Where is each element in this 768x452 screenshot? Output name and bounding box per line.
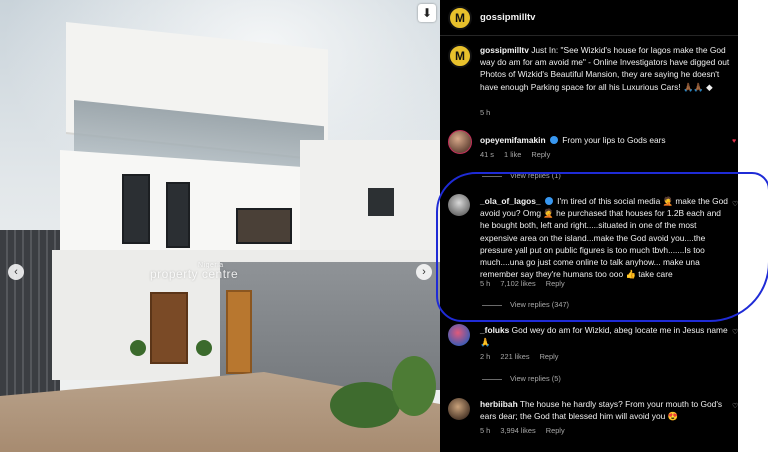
comment-username[interactable]: _ola_of_lagos_: [480, 196, 541, 206]
timestamp: 5 h: [480, 279, 491, 288]
watermark-text: property centre: [150, 267, 239, 281]
like-count[interactable]: 1 like: [504, 150, 521, 159]
timestamp: 2 h: [480, 352, 491, 361]
avatar-letter: M: [455, 11, 465, 25]
view-replies-button[interactable]: View replies (347): [482, 300, 569, 309]
comment-meta: 5 h 7,102 likes Reply: [480, 279, 573, 288]
window: [236, 208, 292, 244]
comment-text: herbiibah The house he hardly stays? Fro…: [480, 398, 730, 422]
shrub: [392, 356, 436, 416]
comment-meta: 2 h 221 likes Reply: [480, 352, 566, 361]
avatar[interactable]: M: [448, 6, 472, 30]
heart-icon[interactable]: ♥: [732, 138, 736, 145]
avatar[interactable]: [448, 324, 470, 346]
side-door: [226, 290, 252, 374]
like-count[interactable]: 221 likes: [500, 352, 529, 361]
caption-text: gossipmilltv Just In: "See Wizkid's hous…: [480, 44, 730, 93]
post-header: M gossipmilltv: [440, 0, 738, 36]
comment-username[interactable]: herbiibah: [480, 399, 518, 409]
comment-text: _ola_of_lagos_ I'm tired of this social …: [480, 195, 730, 280]
comment-username[interactable]: _foluks: [480, 325, 509, 335]
caption-meta: 5 h: [480, 108, 498, 117]
front-door: [150, 292, 188, 364]
comments-panel: M gossipmilltv M gossipmilltv Just In: "…: [440, 0, 738, 452]
avatar-letter: M: [455, 49, 465, 63]
avatar[interactable]: [448, 398, 470, 420]
chevron-right-icon[interactable]: ›: [416, 264, 432, 280]
potted-plant: [196, 340, 212, 356]
page-margin: [738, 0, 768, 452]
watermark: Nigeria property centre: [150, 262, 238, 281]
comment-body: From your lips to Gods ears: [562, 135, 666, 145]
comment-text: _foluks God wey do am for Wizkid, abeg l…: [480, 324, 730, 348]
timestamp: 41 s: [480, 150, 494, 159]
avatar[interactable]: M: [448, 44, 472, 68]
window: [368, 188, 394, 216]
download-icon[interactable]: ⬇: [418, 4, 436, 22]
comment-username[interactable]: opeyemifamakin: [480, 135, 546, 145]
post-photo: Nigeria property centre ⬇ ‹ ›: [0, 0, 440, 452]
potted-plant: [130, 340, 146, 356]
window: [122, 174, 150, 244]
comment-meta: 41 s 1 like Reply: [480, 150, 558, 159]
comment-body: I'm tired of this social media 🤦 make th…: [480, 196, 728, 280]
view-replies-button[interactable]: View replies (5): [482, 374, 561, 383]
reply-button[interactable]: Reply: [540, 352, 559, 361]
shrub: [330, 382, 400, 428]
verified-badge-icon: [544, 197, 553, 205]
timestamp: 5 h: [480, 426, 491, 435]
reply-button[interactable]: Reply: [531, 150, 550, 159]
post-username[interactable]: gossipmilltv: [480, 12, 535, 23]
comment-text: opeyemifamakin From your lips to Gods ea…: [480, 134, 730, 146]
reply-button[interactable]: Reply: [546, 279, 565, 288]
verified-badge-icon: [549, 136, 558, 144]
like-count[interactable]: 3,994 likes: [500, 426, 535, 435]
caption-username[interactable]: gossipmilltv: [480, 45, 529, 55]
like-count[interactable]: 7,102 likes: [500, 279, 535, 288]
avatar[interactable]: [448, 130, 472, 154]
comment-body: God wey do am for Wizkid, abeg locate me…: [480, 325, 728, 348]
window: [166, 182, 190, 248]
timestamp: 5 h: [480, 108, 491, 117]
chevron-left-icon[interactable]: ‹: [8, 264, 24, 280]
comment-meta: 5 h 3,994 likes Reply: [480, 426, 573, 435]
reply-button[interactable]: Reply: [546, 426, 565, 435]
view-replies-button[interactable]: View replies (1): [482, 171, 561, 180]
avatar[interactable]: [448, 194, 470, 216]
